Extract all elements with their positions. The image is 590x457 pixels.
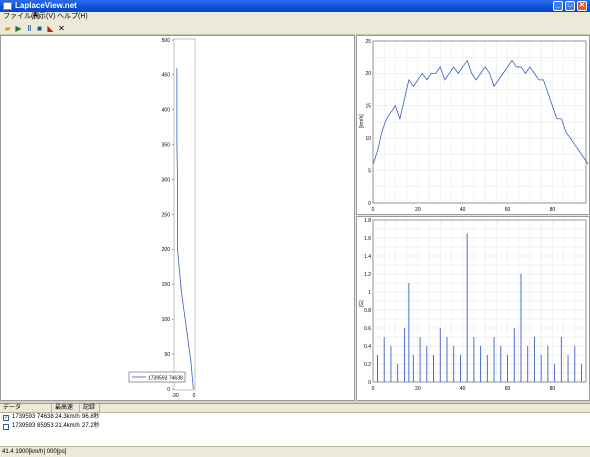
maximize-button[interactable]: □ [565, 1, 575, 11]
open-folder-icon[interactable]: ▰ [3, 24, 12, 33]
y-tick-label: 10 [365, 136, 371, 142]
status-bar: 41.4 1900[km/h] 000[ps] [0, 446, 590, 457]
stop-icon[interactable]: ■ [35, 24, 44, 33]
y-tick-label: 400 [162, 108, 171, 114]
row-max-speed: 21.4km/h [55, 423, 80, 429]
y-tick-label: 15 [365, 104, 371, 110]
y-tick-label: 50 [164, 352, 170, 358]
x-tick-label: 40 [460, 207, 466, 213]
y-tick-label: 25 [365, 39, 371, 45]
speed-series-line [372, 59, 589, 165]
x-tick-label: -30 [171, 393, 178, 399]
col-header-record[interactable]: 記録 [80, 404, 100, 413]
speed-chart-pane[interactable]: 0 5 10 15 20 25 0 20 40 60 80 [km/h] [356, 35, 590, 215]
y-tick-label: 0.4 [364, 344, 371, 350]
y-tick-label: 350 [162, 143, 171, 149]
status-text: 41.4 1900[km/h] 000[ps] [2, 449, 67, 455]
y-tick-label: 0 [368, 201, 371, 207]
y-tick-label: 250 [162, 212, 171, 218]
y-tick-label: 20 [365, 71, 371, 77]
y-tick-label: 100 [162, 317, 171, 323]
minimize-button[interactable]: _ [553, 1, 563, 11]
close-button[interactable]: ✕ [577, 1, 587, 11]
track-chart: 050100150200250300350400450500-30 0 17395… [128, 38, 196, 399]
window-title: LaplaceView.net [15, 1, 77, 10]
gforce-chart: 0 0.2 0.4 0.6 0.8 1 1.2 1.4 1.6 1.8 0 20 40 60 80 [G] [359, 218, 587, 392]
x-tick-label: 80 [550, 207, 556, 213]
row-record: 96.8秒 [82, 414, 100, 420]
x-tick-label: 0 [372, 207, 375, 213]
col-header-filler [100, 404, 590, 413]
menu-view[interactable]: 表示(V) [32, 13, 55, 21]
y-tick-label: 300 [162, 177, 171, 183]
y-tick-label: 500 [162, 38, 171, 44]
y-tick-label: 150 [162, 282, 171, 288]
y-tick-label: 450 [162, 73, 171, 79]
x-tick-label: 0 [193, 393, 196, 399]
toolbar: ▰ ▶ Ⅱ ■ ◣ ✕ [0, 22, 590, 35]
speed-y-label: [km/h] [359, 114, 365, 128]
gforce-chart-pane[interactable]: 0 0.2 0.4 0.6 0.8 1 1.2 1.4 1.6 1.8 0 20 40 60 80 [G] [356, 216, 590, 401]
y-tick-label: 1.6 [364, 236, 371, 242]
play-icon[interactable]: ▶ [14, 24, 23, 33]
y-tick-label: 0.6 [364, 326, 371, 332]
pause-icon[interactable]: Ⅱ [25, 24, 34, 33]
row-checkbox-checked[interactable]: ✓ [3, 415, 9, 421]
row-max-speed: 24.3km/h [55, 414, 80, 420]
col-header-max-speed[interactable]: 最高速 [52, 404, 80, 413]
y-tick-label: 0.8 [364, 308, 371, 314]
y-tick-label: 5 [368, 168, 371, 174]
x-tick-label: 0 [372, 386, 375, 392]
data-grid: データ 最高速 記録 ✓ 1739593 74638 24.3km/h 96.8… [0, 403, 590, 446]
y-tick-label: 0.2 [364, 362, 371, 368]
row-checkbox[interactable] [3, 424, 9, 430]
x-tick-label: 20 [415, 207, 421, 213]
x-tick-label: 40 [460, 386, 466, 392]
menu-help[interactable]: ヘルプ(H) [57, 13, 88, 21]
speed-chart: 0 5 10 15 20 25 0 20 40 60 80 [km/h] [359, 39, 589, 213]
gforce-y-label: [G] [359, 300, 365, 307]
main-area: 0 50 100 150 200 250 300 350 400 450 500 -30 0 17395… [0, 35, 590, 401]
y-tick-label: 0 [368, 380, 371, 386]
x-tick-label: 60 [505, 386, 511, 392]
legend-label: 1739593 74638 [148, 376, 183, 382]
menu-bar: ファイル(F) 表示(V) ヘルプ(H) [0, 12, 590, 22]
x-tick-label: 60 [505, 207, 511, 213]
app-icon [3, 2, 12, 10]
graph-icon[interactable]: ◣ [46, 24, 55, 33]
y-tick-label: 0 [167, 387, 170, 393]
y-tick-label: 200 [162, 247, 171, 253]
x-tick-label: 20 [415, 386, 421, 392]
title-bar: LaplaceView.net _ □ ✕ [0, 0, 590, 12]
y-tick-label: 1.8 [364, 218, 371, 224]
x-tick-label: 80 [550, 386, 556, 392]
row-data-name: 1739593 85953 [12, 423, 54, 429]
y-tick-label: 1.4 [364, 254, 371, 260]
col-header-data[interactable]: データ [0, 404, 52, 413]
track-view-pane[interactable]: 0 50 100 150 200 250 300 350 400 450 500 -30 0 17395… [0, 35, 355, 401]
delete-icon[interactable]: ✕ [57, 24, 66, 33]
row-record: 27.2秒 [82, 423, 100, 429]
row-data-name: 1739593 74638 [12, 414, 54, 420]
y-tick-label: 1.2 [364, 272, 371, 278]
y-tick-label: 1 [368, 290, 371, 296]
